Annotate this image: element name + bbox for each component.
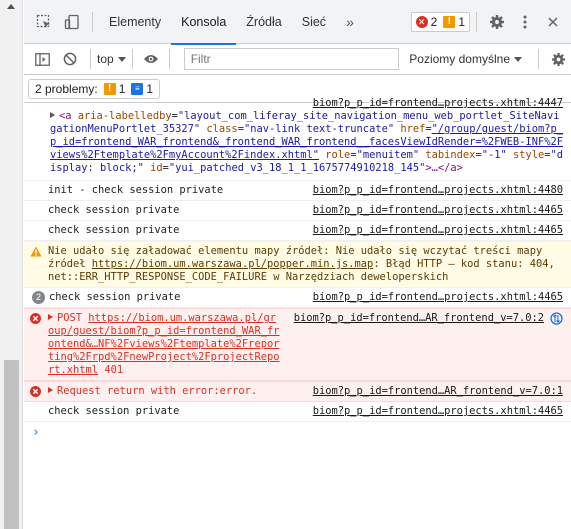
message-text: init - check session private	[48, 184, 224, 196]
console-message-log: check session private biom?p_p_id=fronte…	[24, 402, 571, 422]
message-text: check session private	[48, 224, 180, 236]
warning-icon: !	[103, 82, 116, 95]
settings-gear-icon[interactable]	[483, 8, 511, 36]
console-message-element: biom?p_p_id=frontend…projects.xhtml:4447…	[24, 94, 571, 181]
chevron-down-icon	[117, 56, 126, 62]
scrollbar-thumb[interactable]	[4, 360, 19, 529]
expand-triangle-icon[interactable]	[48, 314, 53, 320]
clear-console-icon[interactable]	[56, 45, 84, 73]
log-levels-dropdown[interactable]: Poziomy domyślne	[409, 52, 522, 66]
html-tag-close: >…</a>	[425, 162, 463, 174]
console-settings-gear-icon[interactable]	[545, 52, 571, 67]
console-messages[interactable]: biom?p_p_id=frontend…projects.xhtml:4447…	[24, 94, 571, 529]
attr-name: class	[206, 123, 238, 135]
html-tag-open: <a	[59, 110, 72, 122]
toolbar-divider	[92, 11, 93, 32]
console-message-log: check session private biom?p_p_id=fronte…	[24, 201, 571, 221]
attr-name: role	[325, 149, 351, 161]
error-text: Request return with error:error.	[57, 385, 258, 397]
console-message-error: Request return with error:error. biom?p_…	[24, 381, 571, 402]
attr-name: id	[150, 162, 163, 174]
message-text: check session private	[48, 405, 180, 417]
error-warning-counter[interactable]: ✕ 2 ! 1	[410, 11, 470, 32]
console-toolbar: top Poziomy domyślne	[24, 44, 571, 75]
toolbar-divider	[90, 49, 91, 69]
attr-name: aria-labelledby	[77, 110, 172, 122]
tab-sources[interactable]: Źródła	[236, 0, 291, 44]
live-expression-eye-icon[interactable]	[139, 54, 163, 64]
request-url-link[interactable]: https://biom.um.warszawa.pl/group/guest/…	[48, 312, 279, 376]
warning-count: 1	[458, 14, 465, 29]
context-label: top	[97, 52, 114, 66]
console-message-log: init - check session private biom?p_p_id…	[24, 181, 571, 201]
log-levels-label: Poziomy domyślne	[409, 52, 510, 66]
close-icon[interactable]	[539, 8, 567, 36]
console-message-warning: Nie udało się załadować elementu mapy źr…	[24, 241, 571, 288]
devtools-panel: Elementy Konsola Źródła Sieć » ✕ 2 ! 1 t…	[24, 0, 571, 529]
more-tabs-button[interactable]: »	[336, 0, 364, 44]
console-message-error-network: POST https://biom.um.warszawa.pl/group/g…	[24, 308, 571, 381]
devtools-tabbar: Elementy Konsola Źródła Sieć » ✕ 2 ! 1	[24, 0, 571, 45]
network-request-icon[interactable]	[550, 312, 563, 329]
toolbar-divider	[538, 49, 539, 69]
attr-name: href	[400, 123, 426, 135]
attr-name: tabindex	[425, 149, 476, 161]
sourcemap-link[interactable]: https://biom.um.warszawa.pl/popper.min.j…	[92, 258, 374, 270]
status-code: 401	[104, 364, 124, 376]
attr-value: "menuitem"	[356, 149, 420, 161]
message-text: check session private	[48, 204, 180, 216]
message-source-link[interactable]: biom?p_p_id=frontend…projects.xhtml:4447	[313, 97, 563, 109]
console-prompt[interactable]: ›	[24, 422, 571, 439]
message-source-link[interactable]: biom?p_p_id=frontend…projects.xhtml:4465	[313, 224, 563, 237]
console-message-log-repeated: 2 check session private biom?p_p_id=front…	[24, 288, 571, 308]
message-source-link[interactable]: biom?p_p_id=frontend…projects.xhtml:4465	[313, 291, 563, 304]
error-count: 2	[430, 14, 438, 29]
request-method: POST	[57, 312, 83, 324]
inspect-element-icon[interactable]	[30, 8, 58, 36]
more-options-icon[interactable]	[511, 8, 539, 36]
prompt-chevron-icon: ›	[32, 425, 40, 440]
info-icon: ≡	[131, 82, 144, 95]
attr-value: "nav-link text-truncate"	[243, 123, 395, 135]
message-source-link[interactable]: biom?p_p_id=frontend…AR_frontend_v=7.0:2	[294, 312, 544, 325]
attr-value: "-1"	[481, 149, 507, 161]
message-text: check session private	[49, 291, 181, 303]
toolbar-divider	[131, 49, 133, 69]
repeat-count-badge: 2	[32, 291, 45, 304]
filter-input[interactable]	[183, 48, 399, 70]
error-circle-icon	[30, 386, 41, 401]
expand-triangle-icon[interactable]	[50, 112, 55, 118]
message-source-link[interactable]: biom?p_p_id=frontend…AR_frontend_v=7.0:1	[312, 385, 563, 398]
context-selector[interactable]: top	[97, 52, 126, 66]
tab-elements[interactable]: Elementy	[99, 0, 171, 44]
chevron-down-icon	[514, 56, 522, 62]
toolbar-divider	[168, 49, 170, 69]
message-source-link[interactable]: biom?p_p_id=frontend…projects.xhtml:4465	[313, 405, 563, 418]
message-source-link[interactable]: biom?p_p_id=frontend…projects.xhtml:4465	[313, 204, 563, 217]
attr-value: "yui_patched_v3_18_1_1_1675774910218_145…	[168, 162, 426, 174]
tab-network[interactable]: Sieć	[292, 0, 336, 44]
tab-console[interactable]: Konsola	[171, 0, 237, 45]
attr-name: style	[513, 149, 545, 161]
scroll-up-arrow-icon[interactable]	[7, 4, 15, 9]
expand-triangle-icon[interactable]	[48, 387, 53, 393]
warning-icon: !	[443, 15, 456, 28]
console-message-log: check session private biom?p_p_id=fronte…	[24, 221, 571, 241]
error-icon: ✕	[415, 15, 428, 28]
device-toolbar-icon[interactable]	[58, 8, 86, 36]
message-source-link[interactable]: biom?p_p_id=frontend…projects.xhtml:4480	[313, 184, 563, 197]
sidebar-toggle-icon[interactable]	[28, 45, 56, 73]
toolbar-divider	[476, 11, 477, 32]
error-circle-icon	[30, 313, 41, 328]
warning-triangle-icon	[30, 246, 42, 261]
page-scrollbar[interactable]	[0, 0, 23, 529]
